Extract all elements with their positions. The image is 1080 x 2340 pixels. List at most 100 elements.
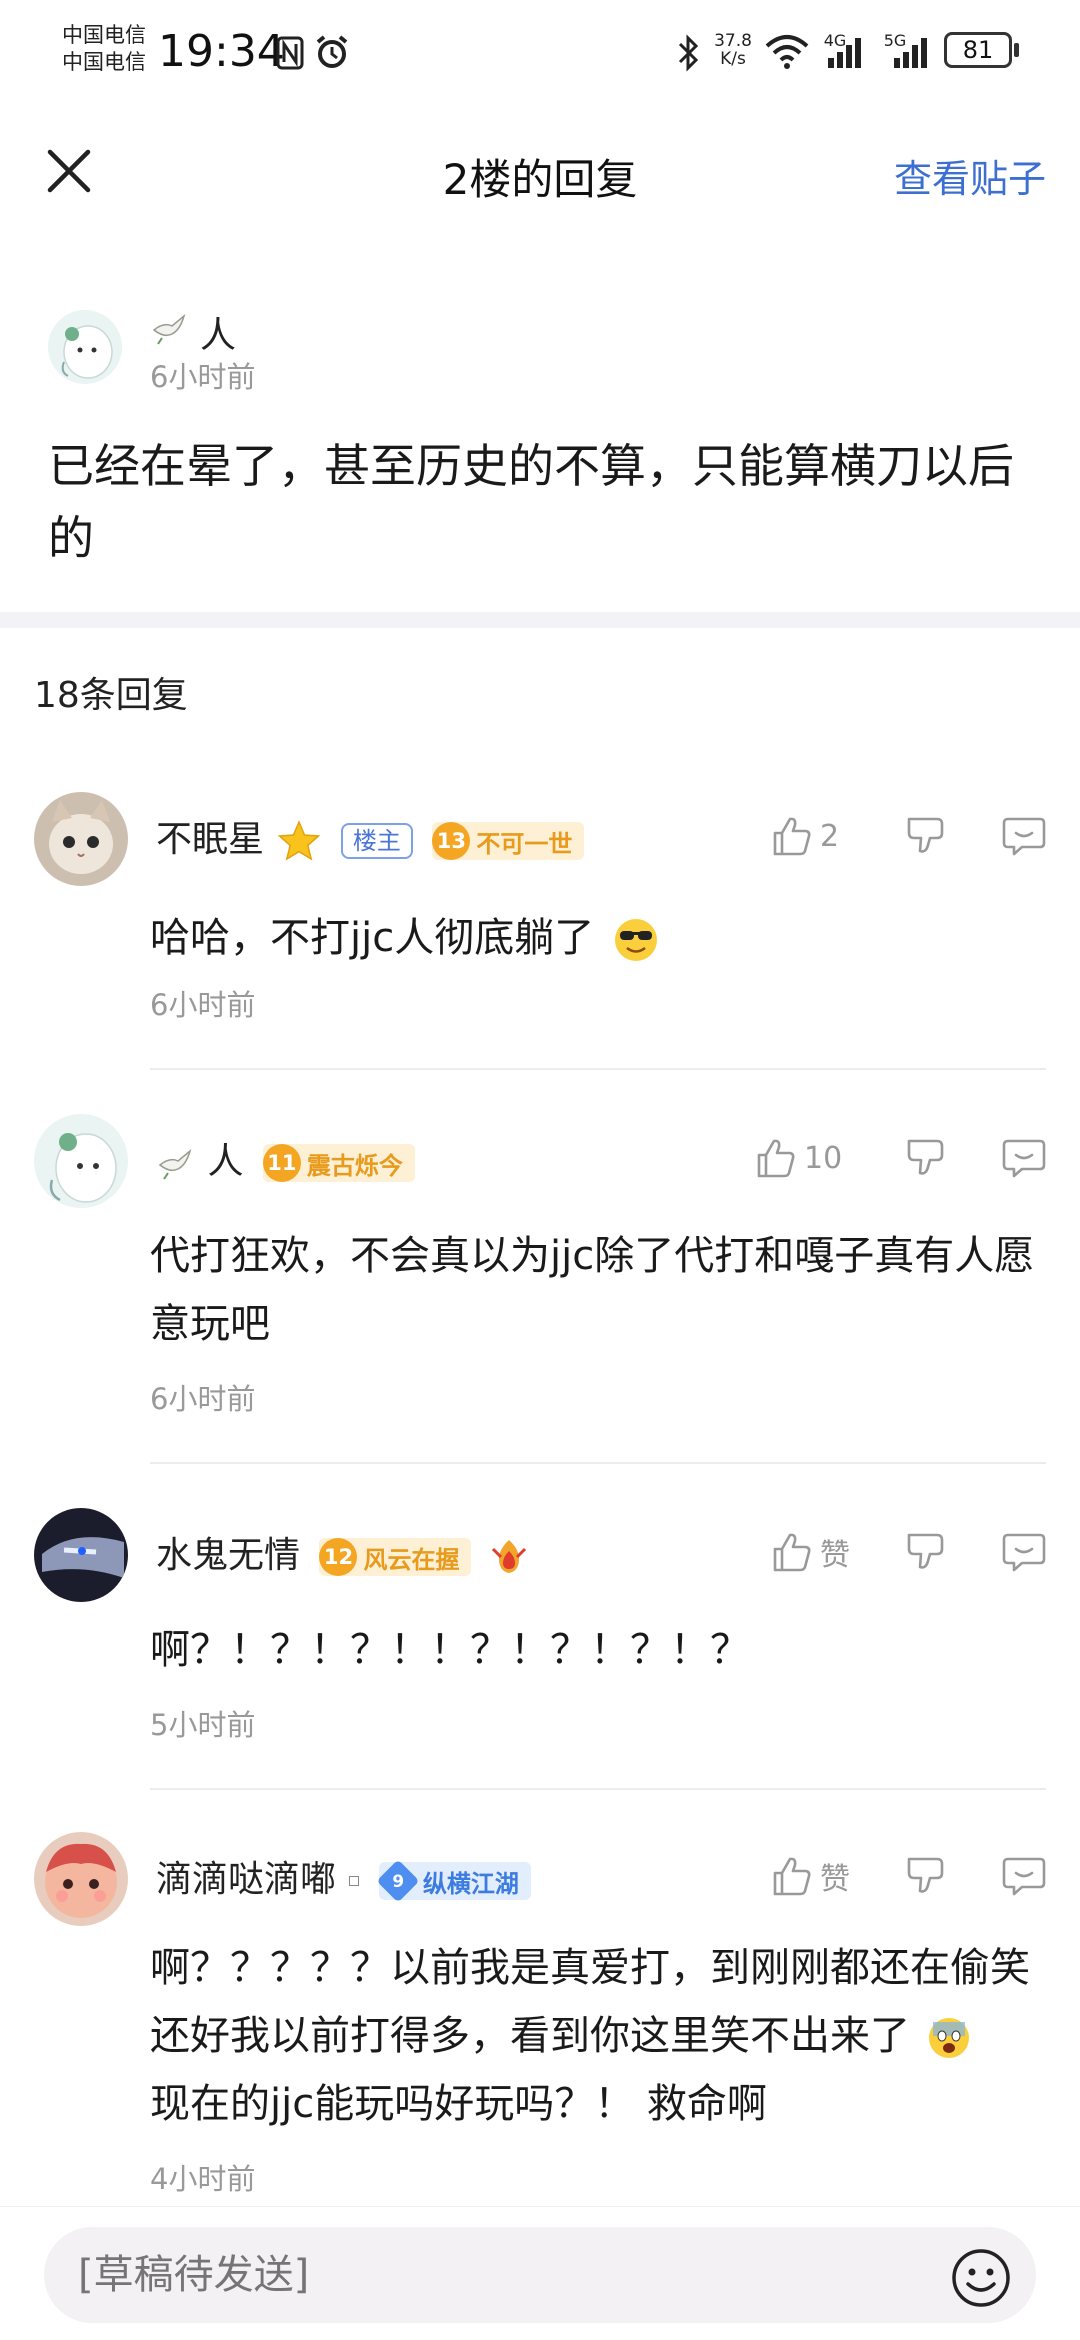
dove-icon <box>152 313 186 345</box>
thumbs-down-icon <box>907 817 944 853</box>
fire-badge-icon <box>491 1540 526 1573</box>
small-square-icon <box>349 1876 360 1886</box>
bluetooth-icon <box>678 34 699 72</box>
avatar[interactable] <box>34 1832 128 1926</box>
dislike-button[interactable] <box>906 1855 946 1897</box>
thumbs-up-icon <box>773 817 811 856</box>
level-title: 风云在握 <box>363 1545 460 1574</box>
emoji-button-icon[interactable] <box>950 2247 1012 2309</box>
reply-count: 18条回复 <box>34 675 188 716</box>
like-button[interactable]: 赞 <box>772 1854 872 1898</box>
reply-time: 6小时前 <box>150 1382 256 1416</box>
dove-icon <box>158 1148 192 1180</box>
reply-content: 代打狂欢，不会真以为jjc除了代打和嘎子真有人愿意玩吧 <box>150 1233 1035 1347</box>
level-title: 不可一世 <box>476 829 573 858</box>
reply-actions: 赞 <box>772 1522 1046 1582</box>
reply-author-row: 人 11 震古烁今 <box>156 1132 415 1184</box>
reply-actions: 赞 <box>772 1846 1046 1906</box>
like-button[interactable]: 赞 <box>772 1530 872 1574</box>
post-time: 6小时前 <box>150 360 256 394</box>
comment-button[interactable] <box>1002 1855 1046 1897</box>
like-count: 2 <box>820 818 840 854</box>
reply-author-name[interactable]: 滴滴哒滴嘟 <box>156 1859 336 1900</box>
list-item: 水鬼无情 12 风云在握 赞 啊？！？！？！！？！？！？！？ 5小时前 <box>0 1508 1080 1790</box>
nfc-icon <box>276 36 304 70</box>
list-item: 滴滴哒滴嘟 9 纵横江湖 赞 啊？？？？？以前我是真爱打，到刚刚都还在偷笑还好我… <box>0 1832 1080 2202</box>
signal-icon-1 <box>828 38 861 68</box>
reply-author-name[interactable]: 水鬼无情 <box>156 1535 300 1576</box>
level-number: 9 <box>392 1871 404 1891</box>
comment-button[interactable] <box>1002 1531 1046 1573</box>
level-badge: 12 风云在握 <box>319 1538 472 1576</box>
level-number-bg: 9 <box>376 1859 420 1903</box>
list-item: 不眠星 楼主 13 不可一世 2 哈哈，不打jjc人彻底躺了 6小时前 <box>0 792 1080 1070</box>
status-bar: 中国电信 中国电信 19:34 37.8 K/s 4G 5G 81 <box>0 0 1080 110</box>
alarm-icon <box>316 35 348 68</box>
carrier-2: 中国电信 <box>62 50 146 74</box>
comment-button[interactable] <box>1002 815 1046 857</box>
star-icon <box>278 820 321 861</box>
battery-tip <box>1014 43 1019 57</box>
avatar[interactable] <box>48 310 122 384</box>
avatar[interactable] <box>34 792 128 886</box>
thumbs-up-icon <box>773 1857 811 1896</box>
thumbs-down-icon <box>907 1857 944 1893</box>
divider <box>150 1462 1046 1464</box>
section-divider <box>0 612 1080 628</box>
level-title: 纵横江湖 <box>422 1869 519 1898</box>
level-number: 11 <box>262 1144 301 1182</box>
avatar[interactable] <box>34 1114 128 1208</box>
level-badge: 13 不可一世 <box>432 822 585 860</box>
reply-time: 4小时前 <box>150 2162 256 2196</box>
battery-indicator: 81 <box>944 32 1012 68</box>
signal-icon-2 <box>894 38 927 68</box>
reply-input-bar <box>0 2206 1080 2340</box>
author-name[interactable]: 人 <box>200 306 236 358</box>
like-count: 10 <box>804 1140 843 1176</box>
view-post-link[interactable]: 查看贴子 <box>894 148 1046 203</box>
carrier-1: 中国电信 <box>62 23 146 47</box>
comment-icon <box>1002 1857 1046 1896</box>
comment-icon <box>1002 1533 1046 1572</box>
wifi-icon <box>765 35 809 69</box>
reply-author-row: 水鬼无情 12 风云在握 <box>156 1526 529 1578</box>
level-number: 12 <box>319 1538 358 1576</box>
thumbs-up-icon <box>757 1139 795 1178</box>
reply-actions: 2 <box>772 806 1046 866</box>
net-speed: 37.8 K/s <box>714 31 752 69</box>
host-badge: 楼主 <box>340 823 413 859</box>
reply-content: 啊？？？？？以前我是真爱打，到刚刚都还在偷笑还好我以前打得多，看到你这里笑不出来… <box>150 1945 1030 2127</box>
top-bar: 2楼的回复 查看贴子 <box>0 110 1080 232</box>
like-count: 赞 <box>820 1862 850 1897</box>
divider <box>150 1788 1046 1790</box>
list-item: 人 11 震古烁今 10 代打狂欢，不会真以为jjc除了代打和嘎子真有人愿意玩吧… <box>0 1114 1080 1464</box>
reply-author-name[interactable]: 人 <box>207 1141 243 1182</box>
avatar[interactable] <box>34 1508 128 1602</box>
reply-actions: 10 <box>756 1128 1046 1188</box>
dislike-button[interactable] <box>906 1531 946 1573</box>
level-title: 震古烁今 <box>306 1151 403 1180</box>
level-number: 13 <box>432 822 471 860</box>
reply-author-row: 不眠星 楼主 13 不可一世 <box>156 810 585 862</box>
comment-button[interactable] <box>1002 1137 1046 1179</box>
thumbs-down-icon <box>907 1139 944 1175</box>
clock: 19:34 <box>158 26 285 77</box>
like-button[interactable]: 2 <box>772 815 872 857</box>
divider <box>150 1068 1046 1070</box>
reply-time: 6小时前 <box>150 988 256 1022</box>
comment-icon <box>1002 1139 1046 1178</box>
comment-icon <box>1002 817 1046 856</box>
reply-content: 哈哈，不打jjc人彻底躺了 <box>150 904 1050 972</box>
like-count: 赞 <box>820 1538 850 1573</box>
cool-emoji-icon <box>614 919 657 961</box>
thumbs-up-icon <box>773 1533 811 1572</box>
main-post: 人 6小时前 已经在晕了，甚至历史的不算，只能算横刀以后的 <box>0 290 1080 610</box>
like-button[interactable]: 10 <box>756 1137 872 1179</box>
reply-author-name[interactable]: 不眠星 <box>156 819 264 860</box>
reply-input[interactable] <box>44 2227 1036 2323</box>
dislike-button[interactable] <box>906 1137 946 1179</box>
dislike-button[interactable] <box>906 815 946 857</box>
reply-author-row: 滴滴哒滴嘟 9 纵横江湖 <box>156 1850 531 1903</box>
scared-emoji-icon <box>928 2018 969 2058</box>
reply-content: 啊？！？！？！！？！？！？！？ <box>150 1627 750 1673</box>
